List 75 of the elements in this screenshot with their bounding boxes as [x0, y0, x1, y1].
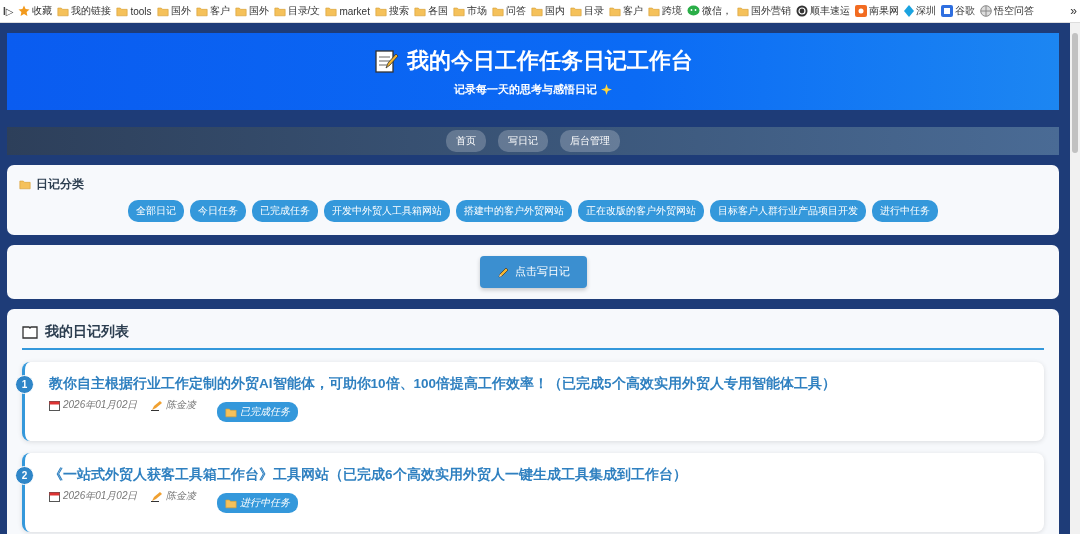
writing-hand-icon — [150, 399, 163, 411]
folder-icon — [195, 5, 208, 17]
folder-icon — [736, 5, 749, 17]
entry-date: 2026年01月02日 — [63, 398, 138, 412]
writing-hand-icon — [150, 490, 163, 502]
section-title: 日记分类 — [36, 177, 84, 192]
page-subtitle: 记录每一天的思考与感悟日记 — [454, 82, 597, 97]
bookmark-item[interactable]: 各国 — [413, 4, 448, 18]
bookmark-item[interactable]: 市场 — [452, 4, 487, 18]
bookmark-item[interactable]: 客户 — [608, 4, 643, 18]
bookmark-item[interactable]: 跨境 — [647, 4, 682, 18]
entry-number: 1 — [15, 375, 34, 394]
bookmark-item[interactable]: 问答 — [491, 4, 526, 18]
folder-icon — [156, 5, 169, 17]
diamond-icon — [903, 5, 914, 17]
folder-icon — [19, 179, 31, 190]
entry-number: 2 — [15, 466, 34, 485]
bookmark-item[interactable]: 目录 — [569, 4, 604, 18]
nav-link[interactable]: 写日记 — [498, 130, 548, 152]
folder-icon — [569, 5, 582, 17]
folder-icon — [273, 5, 286, 17]
section-title: 我的日记列表 — [45, 323, 129, 341]
bookmark-item[interactable]: 目录/文 — [273, 4, 321, 18]
folder-icon — [647, 5, 660, 17]
entry-author: 陈金凌 — [165, 489, 196, 503]
bookmark-item[interactable]: market — [325, 5, 370, 17]
bookmark-item[interactable]: 谷歌 — [940, 4, 975, 18]
bookmark-item[interactable]: 国内 — [530, 4, 565, 18]
calendar-icon — [49, 490, 60, 502]
folder-icon — [452, 5, 465, 17]
pencil-icon — [496, 265, 510, 279]
scrollbar[interactable] — [1070, 23, 1080, 534]
entry-author: 陈金凌 — [165, 398, 196, 412]
square-logo-icon — [940, 5, 953, 17]
star-icon — [18, 5, 31, 17]
folder-icon — [116, 5, 129, 17]
more-bookmarks-button[interactable]: » — [1070, 4, 1077, 18]
calendar-icon — [49, 399, 60, 411]
entry-title[interactable]: 教你自主根据行业工作定制的外贸AI智能体，可助你10倍、100倍提高工作效率！（已完成5个高效实用外贸人专用智能体工具） — [49, 375, 1024, 393]
notepad-icon — [373, 48, 399, 74]
page-title: 我的今日工作任务日记工作台 — [407, 47, 693, 75]
nav-link[interactable]: 首页 — [446, 130, 486, 152]
bookmark-item[interactable]: 深圳 — [903, 4, 936, 18]
bookmark-item[interactable]: 顺丰速运 — [795, 4, 850, 18]
folder-icon — [530, 5, 543, 17]
bookmark-item[interactable]: 微信， — [686, 4, 732, 18]
bookmark-item[interactable]: 南果网 — [854, 4, 899, 18]
book-icon — [22, 325, 38, 339]
shop-icon — [854, 5, 867, 17]
folder-icon — [608, 5, 621, 17]
entry-date: 2026年01月02日 — [63, 489, 138, 503]
bookmark-item[interactable]: 客户 — [195, 4, 230, 18]
circle-logo-icon — [795, 5, 808, 17]
folder-icon — [374, 5, 387, 17]
globe-icon — [979, 5, 992, 17]
folder-icon — [491, 5, 504, 17]
entry-title[interactable]: 《一站式外贸人获客工具箱工作台》工具网站（已完成6个高效实用外贸人一键生成工具集成到工作台） — [49, 466, 1024, 484]
folder-icon — [224, 497, 237, 509]
bookmark-item[interactable]: 搜索 — [374, 4, 409, 18]
folder-icon — [234, 5, 247, 17]
bookmark-item[interactable]: 国外营销 — [736, 4, 791, 18]
bookmark-item[interactable]: tools — [116, 5, 152, 17]
sidebar-toggle-button[interactable]: I▷ — [3, 5, 14, 17]
bookmark-item[interactable]: 收藏 — [18, 4, 53, 18]
bookmark-item[interactable]: 我的链接 — [57, 4, 112, 18]
folder-icon — [413, 5, 426, 17]
nav-link[interactable]: 后台管理 — [560, 130, 620, 152]
bookmark-item[interactable]: 国外 — [234, 4, 269, 18]
folder-icon — [224, 406, 237, 418]
sparkle-icon — [601, 84, 612, 95]
bookmark-item[interactable]: 悟空问答 — [979, 4, 1034, 18]
bookmark-item[interactable]: 国外 — [156, 4, 191, 18]
folder-icon — [325, 5, 338, 17]
folder-icon — [57, 5, 70, 17]
chat-icon — [686, 5, 700, 17]
